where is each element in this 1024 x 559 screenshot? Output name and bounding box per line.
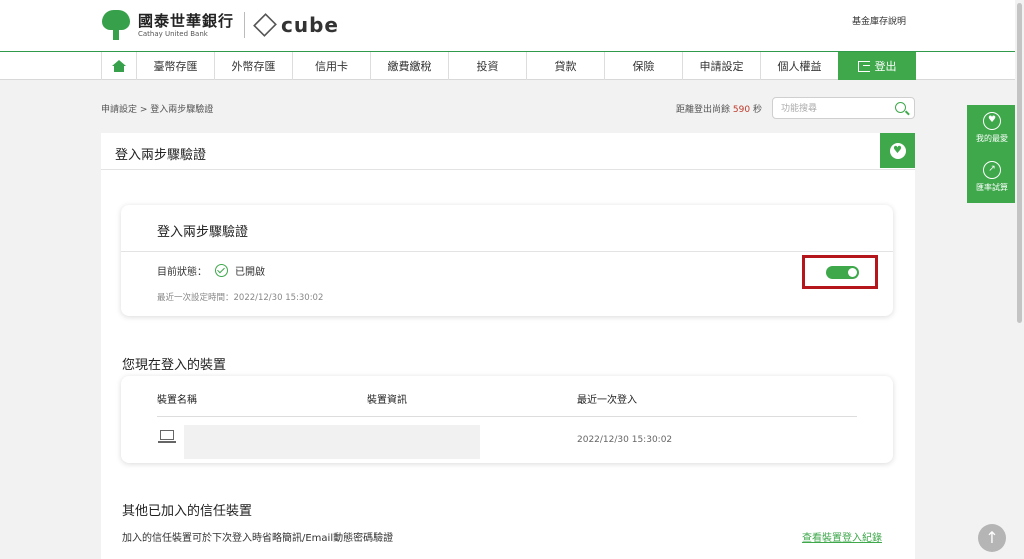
side-tool-fx-calculator[interactable]: ↗ 匯率試算 (967, 161, 1017, 193)
main-panel: 登入兩步驟驗證 ♥ 登入兩步驟驗證 目前狀態： 已開啟 最近一次設定時間：202… (101, 133, 915, 559)
bank-logo[interactable]: 國泰世華銀行 Cathay United Bank cube (100, 10, 339, 40)
trend-chart-icon: ↗ (983, 161, 1001, 179)
nav-foreign-deposit[interactable]: 外幣存匯 (214, 52, 292, 80)
logo-divider (244, 12, 246, 38)
two-step-title: 登入兩步驟驗證 (157, 225, 249, 240)
page-scrollbar[interactable] (1015, 0, 1024, 559)
function-search (772, 97, 915, 119)
heart-icon: ♥ (889, 142, 906, 159)
cathay-tree-icon (100, 10, 132, 40)
status-value: 已開啟 (235, 267, 265, 278)
device-last-login: 2022/12/30 15:30:02 (577, 435, 673, 445)
current-devices-title: 您現在登入的裝置 (122, 358, 227, 373)
current-devices-card: 裝置名稱 裝置資訊 最近一次登入 2022/12/30 15:30:02 (121, 376, 893, 463)
nav-investment[interactable]: 投資 (448, 52, 526, 80)
main-nav: 臺幣存匯 外幣存匯 信用卡 繳費繳稅 投資 貸款 保險 申請設定 個人權益 登出 (0, 52, 1024, 80)
status-row: 目前狀態： 已開啟 (157, 263, 265, 278)
two-step-toggle[interactable] (826, 266, 859, 279)
page-title: 登入兩步驟驗證 (115, 148, 207, 163)
nav-payments[interactable]: 繳費繳稅 (370, 52, 448, 80)
nav-insurance[interactable]: 保險 (604, 52, 682, 80)
laptop-icon (158, 430, 176, 443)
logout-icon (857, 60, 870, 72)
toggle-knob (848, 268, 857, 277)
side-toolbar: ♥ 我的最愛 ↗ 匯率試算 (967, 105, 1017, 203)
session-countdown: 距離登出尚餘 590 秒 (676, 105, 762, 115)
add-favorite-button[interactable]: ♥ (880, 133, 915, 168)
nav-credit-card[interactable]: 信用卡 (292, 52, 370, 80)
home-icon (112, 60, 126, 72)
column-device-name: 裝置名稱 (157, 395, 197, 406)
side-tool-favorites[interactable]: ♥ 我的最愛 (967, 112, 1017, 144)
nav-personal-rights[interactable]: 個人權益 (760, 52, 838, 80)
scrollbar-thumb[interactable] (1017, 3, 1022, 323)
search-icon[interactable] (895, 102, 906, 113)
heart-icon: ♥ (983, 112, 1001, 130)
side-tool-label: 我的最愛 (976, 134, 1008, 143)
breadcrumb[interactable]: 申請設定 > 登入兩步驟驗證 (101, 102, 213, 115)
logout-button[interactable]: 登出 (838, 52, 916, 80)
fund-inventory-link[interactable]: 基金庫存說明 (852, 14, 906, 27)
back-to-top-button[interactable]: ↑ (978, 524, 1006, 552)
bank-name-en: Cathay United Bank (138, 29, 208, 38)
nav-home-button[interactable] (101, 52, 136, 80)
side-tool-label: 匯率試算 (976, 183, 1008, 192)
status-label: 目前狀態： (157, 267, 207, 278)
trusted-devices-title: 其他已加入的信任裝置 (122, 504, 253, 519)
view-login-records-link[interactable]: 查看裝置登入紀錄 (802, 529, 882, 544)
two-step-card: 登入兩步驟驗證 目前狀態： 已開啟 最近一次設定時間：2022/12/30 15… (121, 205, 893, 316)
redacted-device-details (184, 425, 480, 459)
column-device-info: 裝置資訊 (367, 395, 407, 406)
bank-name-zh: 國泰世華銀行 (138, 11, 235, 30)
cube-mark-icon (253, 13, 277, 37)
nav-twd-deposit[interactable]: 臺幣存匯 (136, 52, 214, 80)
logout-label: 登出 (874, 60, 897, 73)
trusted-devices-description: 加入的信任裝置可於下次登入時省略簡訊/Email動態密碼驗證 (122, 533, 394, 544)
nav-loans[interactable]: 貸款 (526, 52, 604, 80)
cube-wordmark: cube (281, 13, 339, 37)
title-divider (101, 169, 915, 170)
toggle-highlight-frame (802, 255, 878, 289)
check-circle-icon (215, 264, 228, 277)
nav-settings[interactable]: 申請設定 (682, 52, 760, 80)
last-set-time: 最近一次設定時間：2022/12/30 15:30:02 (157, 293, 324, 303)
column-last-login: 最近一次登入 (577, 395, 637, 406)
cube-logo: cube (253, 13, 339, 37)
countdown-seconds: 590 (732, 105, 751, 115)
search-input[interactable] (781, 101, 891, 116)
site-header: 國泰世華銀行 Cathay United Bank cube 基金庫存說明 (0, 0, 1024, 52)
